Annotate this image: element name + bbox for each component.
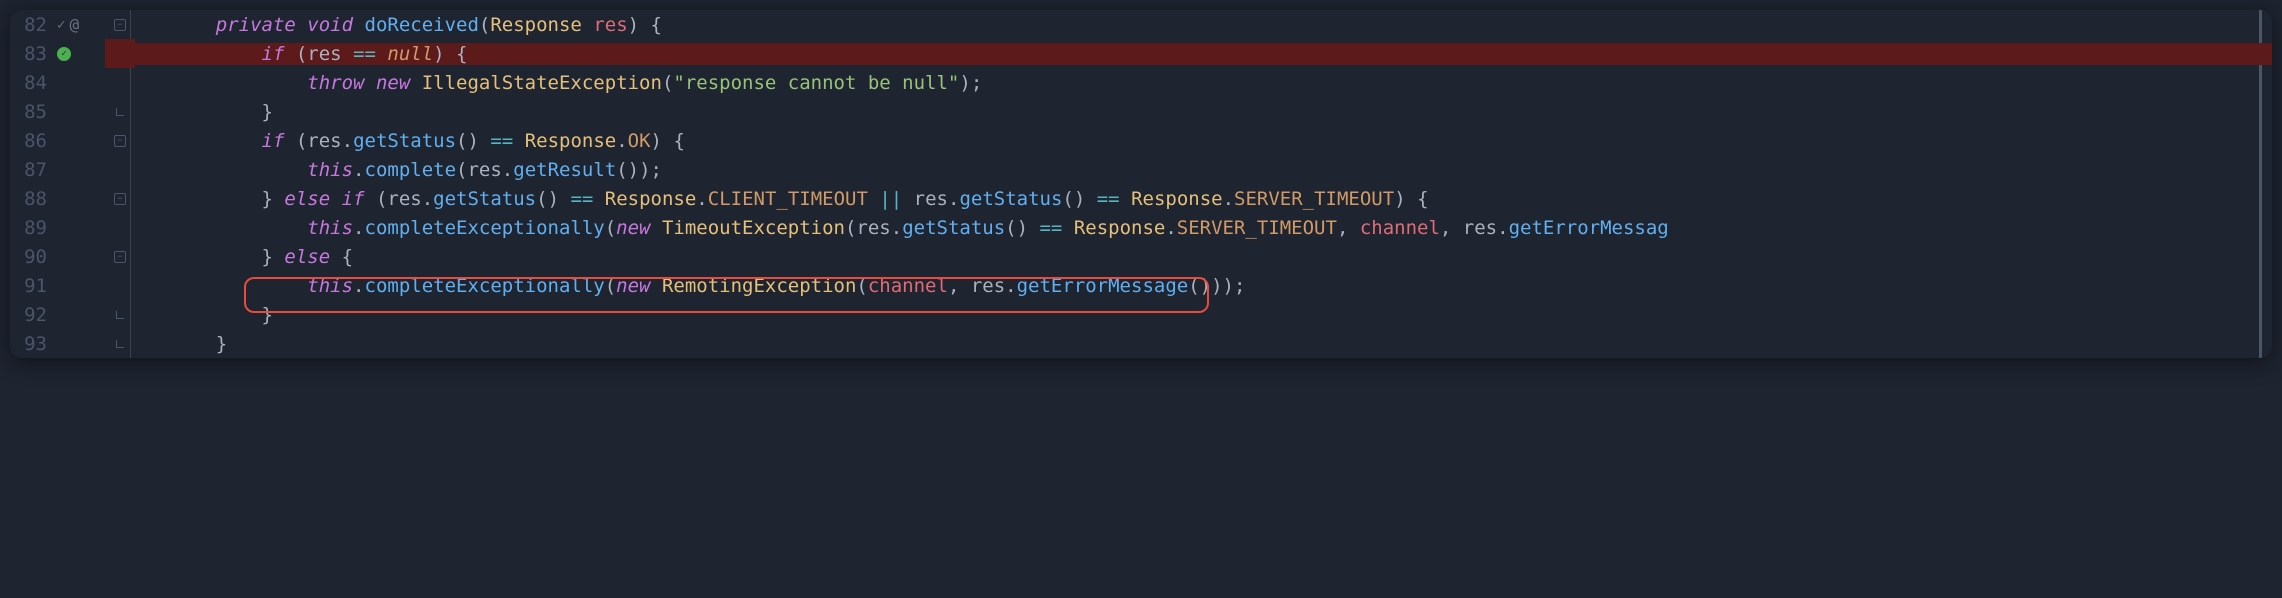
code-content[interactable]: private void doReceived(Response res) { — [130, 14, 2272, 36]
code-line[interactable]: 93 } — [10, 329, 2272, 358]
fold-collapse-icon[interactable]: − — [114, 193, 126, 205]
code-line-highlighted[interactable]: 83 if (res == null) { — [10, 39, 2272, 68]
fold-gutter[interactable] — [110, 340, 130, 348]
code-line[interactable]: 84 throw new IllegalStateException("resp… — [10, 68, 2272, 97]
at-icon: @ — [69, 15, 79, 34]
code-line[interactable]: 89 this.completeExceptionally(new Timeou… — [10, 213, 2272, 242]
code-content[interactable]: this.complete(res.getResult()); — [130, 159, 2272, 181]
fold-gutter[interactable] — [110, 108, 130, 116]
line-number: 83 — [10, 43, 55, 65]
fold-gutter[interactable]: − — [110, 251, 130, 263]
fold-end-icon — [116, 311, 124, 319]
line-number: 93 — [10, 333, 55, 355]
line-number: 86 — [10, 130, 55, 152]
line-number: 91 — [10, 275, 55, 297]
code-content[interactable]: this.completeExceptionally(new RemotingE… — [130, 275, 2272, 297]
fold-gutter[interactable]: − — [110, 19, 130, 31]
fold-end-icon — [116, 108, 124, 116]
code-content[interactable]: if (res.getStatus() == Response.OK) { — [130, 130, 2272, 152]
code-content[interactable]: } — [130, 304, 2272, 326]
code-line[interactable]: 91 this.completeExceptionally(new Remoti… — [10, 271, 2272, 300]
code-line[interactable]: 85 } — [10, 97, 2272, 126]
code-line[interactable]: 87 this.complete(res.getResult()); — [10, 155, 2272, 184]
marker-area: ✓ @ — [55, 15, 110, 34]
line-number: 89 — [10, 217, 55, 239]
code-line[interactable]: 82 ✓ @ − private void doReceived(Respons… — [10, 10, 2272, 39]
fold-gutter[interactable]: − — [110, 135, 130, 147]
code-content[interactable]: this.completeExceptionally(new TimeoutEx… — [130, 217, 2272, 239]
code-editor[interactable]: 82 ✓ @ − private void doReceived(Respons… — [10, 10, 2272, 358]
line-number: 90 — [10, 246, 55, 268]
line-number: 87 — [10, 159, 55, 181]
fold-collapse-icon[interactable]: − — [114, 19, 126, 31]
code-content[interactable]: } — [130, 333, 2272, 355]
line-number: 82 — [10, 14, 55, 36]
code-content[interactable]: } else if (res.getStatus() == Response.C… — [130, 188, 2272, 210]
line-number: 92 — [10, 304, 55, 326]
code-line[interactable]: 86 − if (res.getStatus() == Response.OK)… — [10, 126, 2272, 155]
marker-area — [55, 47, 110, 61]
line-number: 88 — [10, 188, 55, 210]
line-number: 84 — [10, 72, 55, 94]
fold-end-icon — [116, 340, 124, 348]
code-line[interactable]: 90 − } else { — [10, 242, 2272, 271]
code-line[interactable]: 88 − } else if (res.getStatus() == Respo… — [10, 184, 2272, 213]
code-line[interactable]: 92 } — [10, 300, 2272, 329]
code-content[interactable]: throw new IllegalStateException("respons… — [130, 72, 2272, 94]
code-content[interactable]: } — [130, 101, 2272, 123]
code-content[interactable]: } else { — [130, 246, 2272, 268]
check-icon: ✓ — [57, 17, 65, 33]
breakpoint-icon[interactable] — [57, 47, 71, 61]
fold-collapse-icon[interactable]: − — [114, 251, 126, 263]
fold-collapse-icon[interactable]: − — [114, 135, 126, 147]
fold-gutter[interactable] — [110, 311, 130, 319]
line-number: 85 — [10, 101, 55, 123]
fold-gutter[interactable]: − — [110, 193, 130, 205]
code-content[interactable]: if (res == null) { — [130, 43, 2272, 65]
